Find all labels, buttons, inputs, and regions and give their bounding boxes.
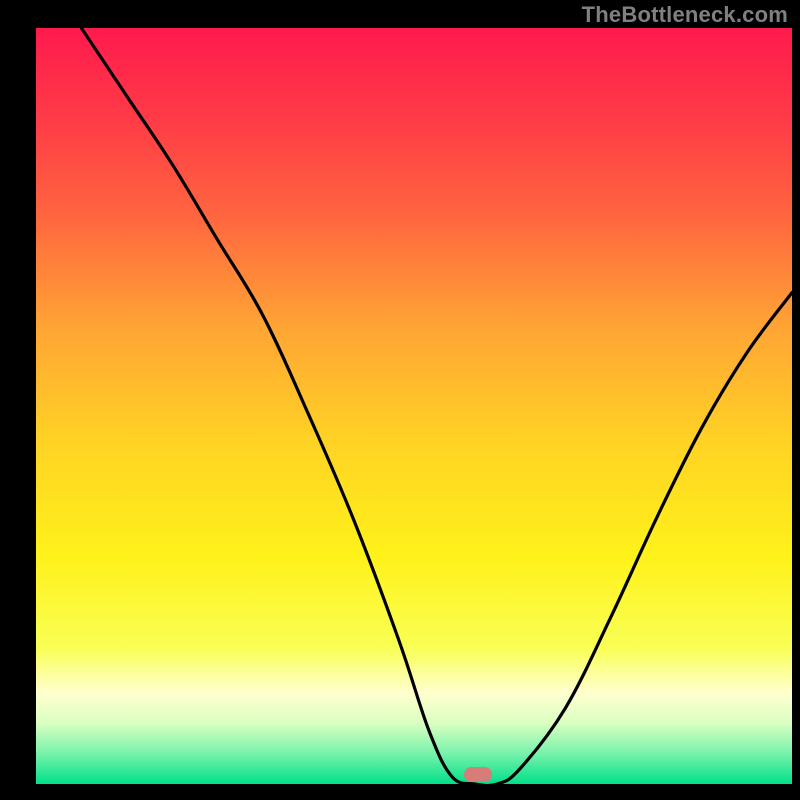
plot-area [36, 28, 792, 784]
watermark-text: TheBottleneck.com [582, 2, 788, 28]
optimum-marker-pill [464, 767, 492, 782]
chart-stage: TheBottleneck.com [0, 0, 800, 800]
bottleneck-curve [36, 28, 792, 784]
